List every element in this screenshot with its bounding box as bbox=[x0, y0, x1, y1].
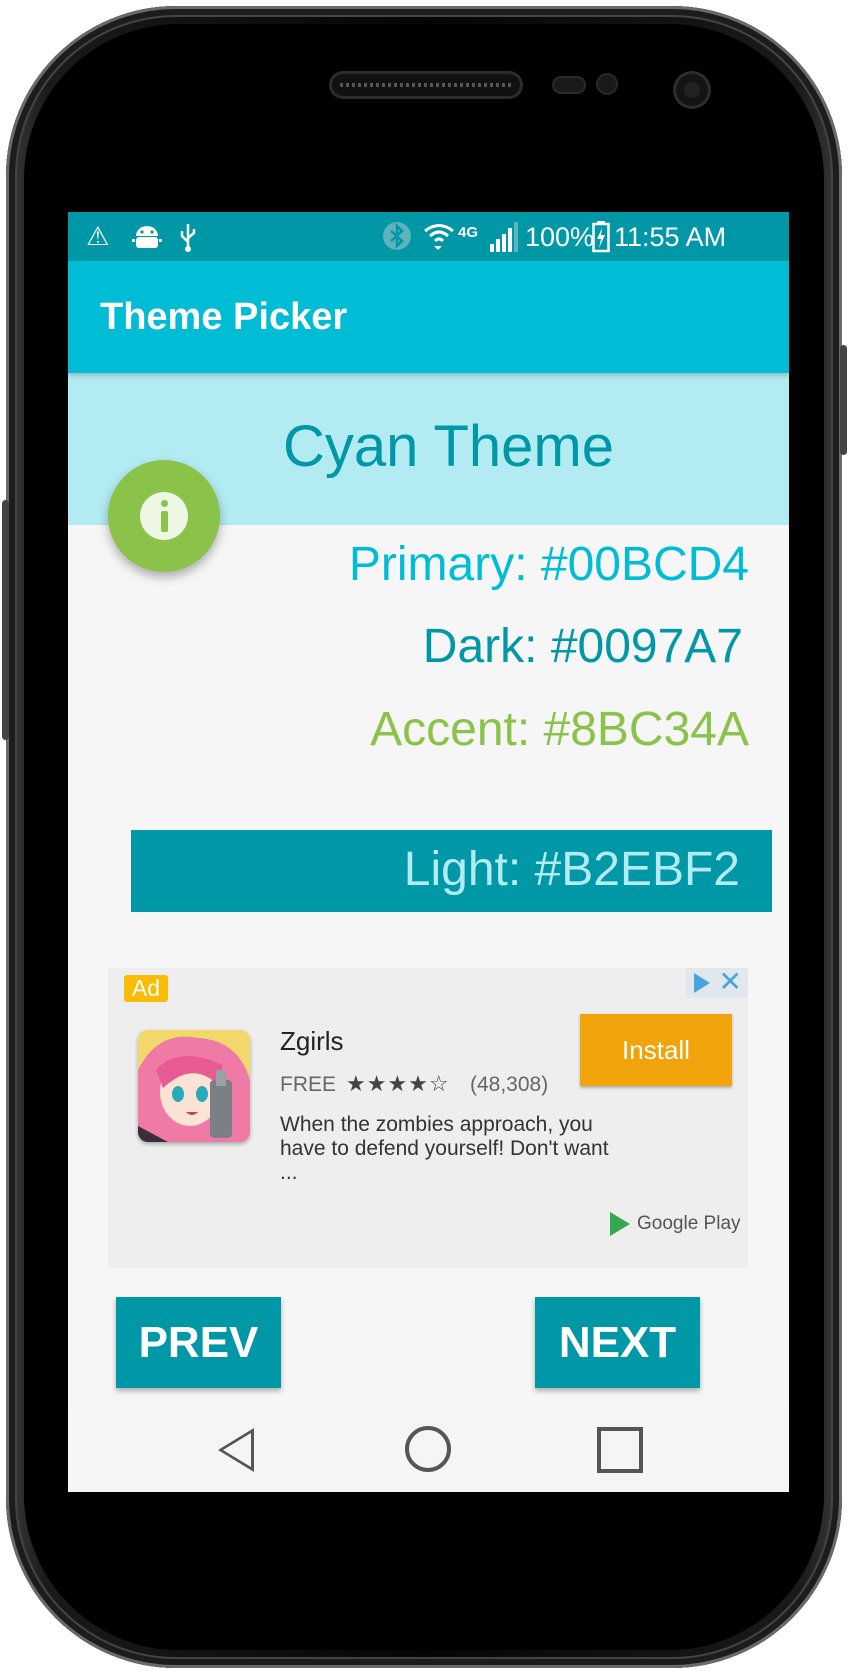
back-icon[interactable] bbox=[218, 1428, 254, 1472]
install-button[interactable]: Install bbox=[580, 1014, 732, 1086]
volume-button bbox=[2, 500, 9, 740]
home-icon[interactable] bbox=[405, 1426, 451, 1472]
star-rating: ★★★★☆ bbox=[346, 1071, 450, 1096]
front-camera bbox=[676, 74, 708, 106]
rating-count: (48,308) bbox=[470, 1073, 549, 1096]
earpiece-speaker bbox=[332, 74, 520, 96]
google-play-label: Google Play bbox=[637, 1213, 741, 1234]
light-sensor bbox=[598, 75, 616, 93]
android-debug-icon bbox=[132, 226, 162, 248]
ad-badge: Ad bbox=[124, 975, 168, 1002]
power-button bbox=[840, 345, 847, 455]
light-color-bar: Light: #B2EBF2 bbox=[131, 830, 772, 912]
dark-color-label: Dark: #0097A7 bbox=[422, 620, 743, 673]
info-icon bbox=[140, 492, 188, 540]
app-icon[interactable] bbox=[138, 1030, 250, 1142]
light-color-label: Light: #B2EBF2 bbox=[403, 843, 740, 896]
screen: ⚠ 4G 100% 11:55 AM Theme Picker Cyan The… bbox=[68, 212, 789, 1492]
accent-color-label: Accent: #8BC34A bbox=[370, 703, 749, 756]
prev-button[interactable]: PREV bbox=[116, 1297, 281, 1388]
usb-icon bbox=[180, 224, 196, 252]
warning-icon: ⚠ bbox=[86, 221, 110, 251]
google-play-logo: Google Play bbox=[610, 1210, 741, 1240]
app-title: Theme Picker bbox=[100, 296, 348, 338]
ad-app-name[interactable]: Zgirls bbox=[280, 1026, 344, 1057]
anime-girl-icon bbox=[138, 1030, 250, 1142]
app-bar: Theme Picker bbox=[68, 261, 789, 373]
primary-color-label: Primary: #00BCD4 bbox=[348, 538, 749, 591]
proximity-sensor bbox=[554, 78, 584, 92]
battery-charging-icon bbox=[592, 221, 610, 253]
battery-percent: 100% bbox=[525, 222, 595, 252]
ad-price: FREE bbox=[280, 1073, 337, 1096]
ad-choices-button[interactable]: ✕ bbox=[686, 966, 748, 998]
clock: 11:55 AM bbox=[614, 222, 727, 252]
navigation-bar bbox=[68, 1406, 789, 1492]
adchoices-icon bbox=[694, 973, 710, 993]
recents-icon[interactable] bbox=[597, 1427, 643, 1473]
network-type-label: 4G bbox=[458, 224, 479, 241]
next-button[interactable]: NEXT bbox=[535, 1297, 700, 1388]
ad-description: When the zombies approach, you have to d… bbox=[280, 1113, 609, 1184]
status-bar: ⚠ 4G 100% 11:55 AM bbox=[68, 212, 789, 261]
google-play-icon bbox=[610, 1212, 630, 1236]
ad-banner[interactable]: Ad ✕ Zgirls FREE ★★★★☆ (48,308) When the bbox=[108, 966, 748, 1268]
info-fab-button[interactable] bbox=[108, 460, 220, 572]
bluetooth-icon bbox=[383, 222, 411, 250]
signal-icon bbox=[490, 222, 518, 252]
close-icon[interactable]: ✕ bbox=[719, 966, 742, 998]
wifi-icon bbox=[424, 224, 454, 250]
